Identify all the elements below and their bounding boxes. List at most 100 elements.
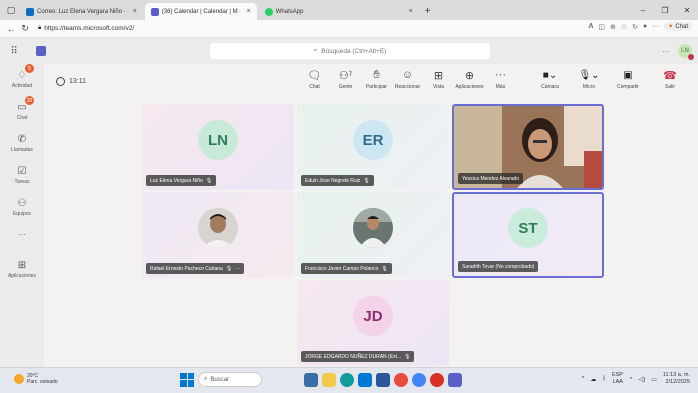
- time: 11:13 a. m.: [662, 372, 690, 378]
- rail-item-chat[interactable]: ▭ 20 Chat: [0, 96, 44, 130]
- close-icon[interactable]: ×: [133, 8, 137, 15]
- read-aloud-icon[interactable]: 𝐀: [589, 23, 594, 31]
- media-controls: ■⌄ Cámara 🎙︎⌄ Micro ▣ Compartir ☎︎ Salir: [532, 68, 685, 91]
- profile-icon[interactable]: ●: [643, 23, 647, 30]
- more-icon[interactable]: ···: [662, 47, 670, 56]
- control-label: Gente: [338, 84, 353, 90]
- rail-item-teams[interactable]: ⚇ Equipos: [0, 196, 44, 226]
- language-indicator[interactable]: ESP LAA: [612, 372, 623, 386]
- more-icon[interactable]: ···: [235, 266, 240, 272]
- rail-label: Tareas: [14, 179, 30, 185]
- view-icon: ⊞: [433, 69, 444, 82]
- start-icon[interactable]: [180, 372, 194, 387]
- video-tile[interactable]: Francisco Javier Campo Polanco 🎙︎: [297, 192, 449, 278]
- app-icon[interactable]: [430, 372, 444, 387]
- rail-item-more[interactable]: ···: [0, 230, 44, 260]
- search-icon: ⌕: [204, 376, 208, 382]
- store-icon[interactable]: [358, 372, 372, 387]
- view-button[interactable]: ⊞ Vista: [423, 68, 454, 91]
- copilot-button[interactable]: ✦ Chat: [664, 22, 692, 31]
- control-label: Chat: [309, 84, 320, 90]
- share-button[interactable]: ▣ Compartir: [610, 68, 646, 91]
- rail-item-tasks[interactable]: ☑ Tareas: [0, 164, 44, 194]
- app-launcher-icon[interactable]: ⠿: [0, 46, 28, 57]
- teams-icon[interactable]: [448, 372, 462, 387]
- app-icon[interactable]: [394, 372, 408, 387]
- rail-item-calls[interactable]: ✆ Llamadas: [0, 132, 44, 162]
- taskbar-clock[interactable]: 11:13 a. m. 2/12/2025: [663, 372, 690, 386]
- tab-teams[interactable]: (36) Calendar | Calendar | M· ×: [144, 3, 257, 20]
- wifi-icon[interactable]: ◔: [629, 376, 633, 382]
- participant-name: Yessica Mendez Alvarado: [462, 175, 520, 182]
- chevron-up-icon[interactable]: ^: [582, 376, 585, 382]
- apps-button[interactable]: ⊕ Aplicaciones: [454, 68, 485, 91]
- maximize-icon[interactable]: ❐: [654, 0, 676, 20]
- control-label: Vista: [432, 84, 445, 90]
- bluetooth-icon[interactable]: ᛒ: [602, 376, 606, 382]
- video-tile[interactable]: JD JORGE EDGARDO NUÑEZ DURAN (Ext... 🎙︎: [297, 280, 449, 366]
- menu-icon[interactable]: ···: [652, 23, 659, 30]
- back-icon[interactable]: ←: [4, 24, 18, 34]
- react-button[interactable]: ☺ Reaccionar: [392, 68, 423, 90]
- url-field[interactable]: 🔒︎ https://teams.microsoft.com/v2/: [38, 25, 134, 32]
- participant-nameplate: Eduin Jose Negrete Ruiz 🎙︎: [301, 175, 374, 186]
- split-screen-icon[interactable]: ◫: [598, 23, 605, 31]
- video-tile[interactable]: Rafael Ernesto Pacheco Cabana 🎙︎ ···: [142, 192, 294, 278]
- participant-nameplate: Luz Elena Vergara Niño 🎙︎: [146, 175, 217, 186]
- mic-label: Micro: [582, 84, 596, 90]
- zoom-icon[interactable]: ⊕: [610, 23, 616, 31]
- close-icon[interactable]: ×: [409, 8, 413, 15]
- meeting-timer: 13:11: [56, 77, 86, 86]
- word-icon[interactable]: [376, 372, 390, 387]
- leave-button[interactable]: ☎︎ Salir: [655, 68, 685, 91]
- clock-icon: [56, 77, 65, 86]
- close-icon[interactable]: ×: [247, 8, 251, 15]
- sync-icon[interactable]: ↻: [632, 23, 638, 31]
- battery-icon[interactable]: ▭: [651, 376, 657, 383]
- video-tile[interactable]: LN Luz Elena Vergara Niño 🎙︎: [142, 104, 294, 190]
- mic-button[interactable]: 🎙︎⌄ Micro: [571, 68, 607, 91]
- people-button[interactable]: ⚇ 7 Gente: [330, 68, 361, 91]
- close-window-icon[interactable]: ✕: [676, 0, 698, 20]
- camera-label: Cámara: [541, 84, 559, 90]
- rail-item-apps[interactable]: ⊞ Aplicaciones: [0, 258, 44, 288]
- tab-outlook[interactable]: Correo: Luz Elena Vergara Niño · ×: [20, 3, 143, 20]
- participant-nameplate: Francisco Javier Campo Polanco 🎙︎: [301, 263, 392, 274]
- favorite-icon[interactable]: ☆: [621, 23, 627, 31]
- chat-button[interactable]: 🗨︎ Chat: [299, 68, 330, 91]
- volume-icon[interactable]: ◁): [639, 376, 646, 383]
- refresh-icon[interactable]: ↻: [18, 23, 32, 34]
- video-tile-camera[interactable]: Yessica Mendez Alvarado: [452, 104, 604, 190]
- minimize-icon[interactable]: –: [632, 0, 654, 20]
- date: 2/12/2025: [665, 379, 690, 385]
- video-tile[interactable]: ST Saradith Tovar (No comprobado): [452, 192, 604, 278]
- apps-icon: ⊕: [464, 69, 475, 82]
- more-button[interactable]: ··· Más: [485, 68, 516, 90]
- participant-nameplate: JORGE EDGARDO NUÑEZ DURAN (Ext... 🎙︎: [301, 351, 415, 362]
- bell-icon: ♢ 5: [15, 64, 34, 82]
- file-explorer-icon[interactable]: [322, 372, 336, 387]
- edge-icon[interactable]: [340, 372, 354, 387]
- raise-hand-button[interactable]: ✋︎ Participar: [361, 68, 392, 91]
- left-rail: ♢ 5 Actividad ▭ 20 Chat ✆ Llamadas ☑ Tarea…: [0, 64, 44, 367]
- tab-actions-icon[interactable]: ▢: [4, 5, 18, 16]
- video-tile[interactable]: ER Eduin Jose Negrete Ruiz 🎙︎: [297, 104, 449, 190]
- rail-item-activity[interactable]: ♢ 5 Actividad: [0, 64, 44, 98]
- meeting-controls: 🗨︎ Chat ⚇ 7 Gente ✋︎ Participar ☺ Reaccio…: [299, 68, 516, 91]
- task-view-icon[interactable]: [304, 372, 318, 387]
- chrome-icon[interactable]: [412, 372, 426, 387]
- weather-text: 30°C Parc. soleado: [27, 373, 58, 385]
- new-tab-button[interactable]: +: [425, 3, 431, 20]
- camera-button[interactable]: ■⌄ Cámara: [532, 68, 568, 91]
- avatar[interactable]: LN: [678, 44, 694, 60]
- cloud-icon[interactable]: ☁: [590, 376, 596, 383]
- weather-condition: Parc. soleado: [27, 379, 58, 385]
- participant-name: Rafael Ernesto Pacheco Cabana: [150, 265, 223, 272]
- control-label: Aplicaciones: [455, 84, 484, 90]
- search-input[interactable]: ⌕ Búsqueda (Ctrl+Alt+E): [210, 43, 490, 59]
- taskbar-search[interactable]: ⌕ Buscar: [198, 372, 262, 387]
- share-icon: ▣: [623, 69, 633, 81]
- taskbar-apps: ⌕ Buscar: [180, 372, 462, 387]
- tab-whatsapp[interactable]: WhatsApp ×: [259, 3, 419, 20]
- weather-widget[interactable]: 30°C Parc. soleado: [14, 373, 58, 385]
